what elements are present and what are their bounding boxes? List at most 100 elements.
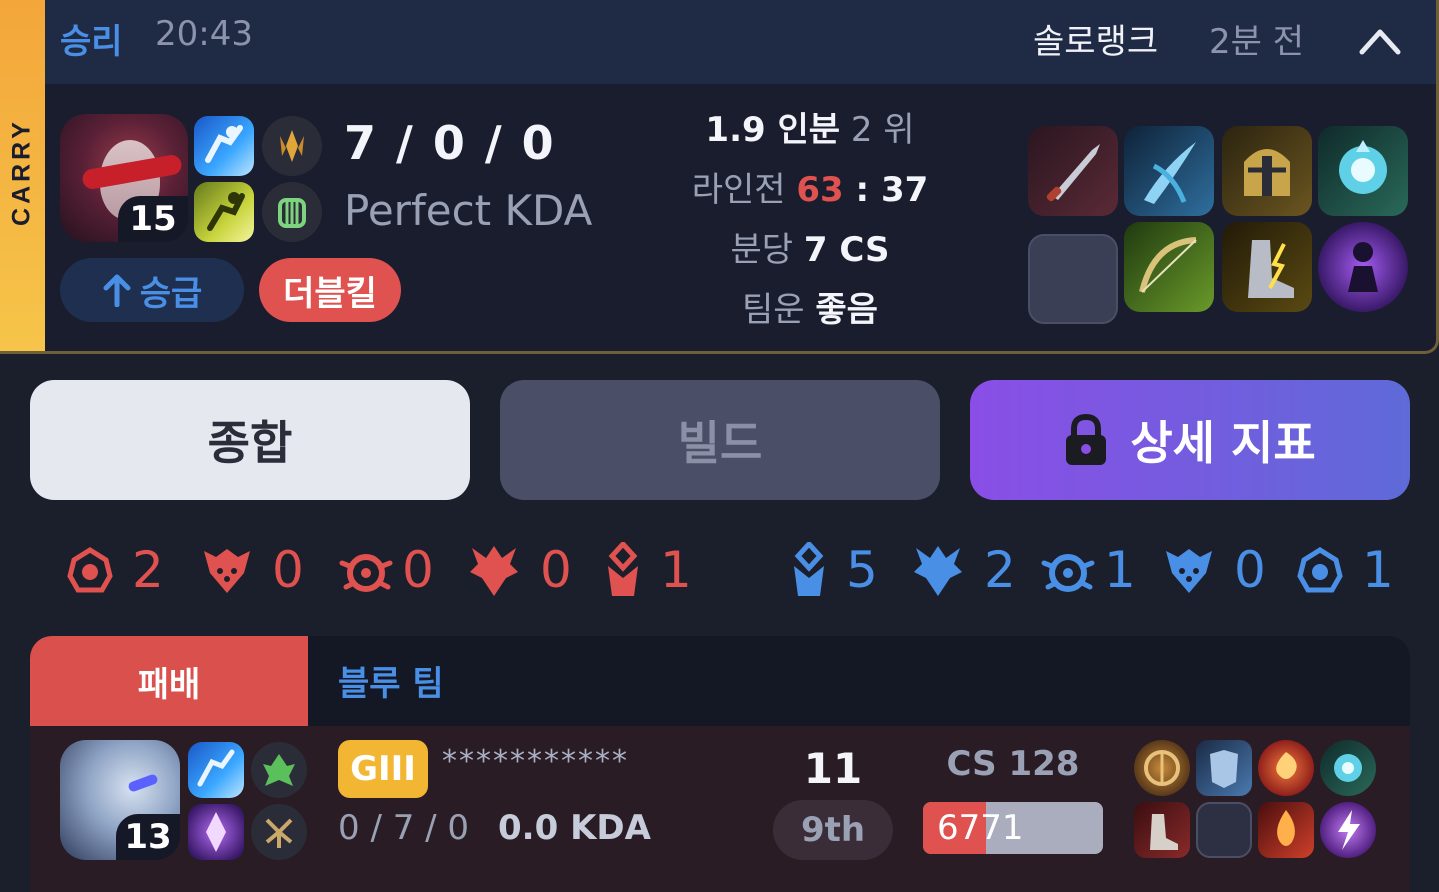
blue-objective-dragon: 2: [910, 540, 1016, 600]
item-empty-slot[interactable]: [1196, 802, 1252, 858]
flash-spell-icon[interactable]: [194, 116, 254, 176]
conqueror-rune-icon[interactable]: [262, 116, 322, 176]
player-cs: CS 128: [946, 744, 1080, 784]
flash-spell-icon[interactable]: [188, 742, 244, 798]
blue-objective-grubs: 1: [1040, 540, 1136, 600]
champion-level: 15: [118, 196, 188, 242]
red-objective-tower: 1: [604, 540, 692, 600]
baron-icon: [67, 547, 113, 593]
champion-eye: [127, 773, 159, 793]
team-luck-label: 팀운: [742, 290, 805, 330]
team-luck-value: 좋음: [815, 290, 878, 330]
red-grubs-count: 0: [402, 541, 434, 599]
lane-them: 37: [880, 170, 929, 210]
contribution-rank: 2 위: [850, 110, 915, 150]
blue-objective-herald: 0: [1162, 540, 1266, 600]
item-bow-icon[interactable]: [1124, 222, 1214, 312]
red-tower-count: 1: [660, 541, 692, 599]
item-empty-slot[interactable]: [1028, 234, 1118, 324]
tab-summary[interactable]: 종합: [30, 380, 470, 500]
blue-tower-count: 5: [846, 541, 878, 599]
team-name: 블루 팀: [338, 664, 444, 704]
match-result: 승리: [60, 22, 123, 62]
multikill-tag: 더블킬: [259, 258, 401, 322]
red-objective-baron: 2: [66, 540, 164, 600]
lock-icon: [1066, 413, 1107, 465]
resolve-rune-icon[interactable]: [262, 182, 322, 242]
player-kda-ratio: 0.0 KDA: [498, 808, 651, 848]
baron-icon: [1297, 547, 1343, 593]
player-champion-level: 13: [116, 814, 180, 860]
item-boots-icon[interactable]: [1222, 222, 1312, 312]
match-duration: 20:43: [155, 14, 253, 54]
sorcery-rune-icon[interactable]: [251, 742, 307, 798]
match-card[interactable]: CARRY 승리 20:43 솔로랭크 2분 전 15 7 / 0 / 0 Pe…: [0, 0, 1439, 354]
blue-objective-baron: 1: [1296, 540, 1394, 600]
contribution-value: 1.9 인분: [705, 110, 841, 150]
item-lightning-icon[interactable]: [1320, 802, 1376, 858]
chevron-up-icon[interactable]: [1357, 20, 1403, 60]
cs-per-min-row: 분당 7 CS: [640, 222, 980, 271]
red-objective-grubs: 0: [338, 540, 434, 600]
blue-baron-count: 1: [1362, 541, 1394, 599]
tower-icon: [794, 542, 824, 596]
team-panel: 패배 블루 팀 13 GIII *********** 0 / 7 / 0 0.…: [30, 636, 1410, 892]
red-objective-herald: 0: [200, 540, 304, 600]
promotion-tag: 승급: [60, 258, 244, 322]
item-orb-icon[interactable]: [1320, 740, 1376, 796]
player-kda: 0 / 7 / 0: [338, 808, 470, 848]
lane-label: 라인전: [691, 170, 786, 210]
damage-bar: 6771: [923, 802, 1103, 854]
kda-label: Perfect KDA: [344, 186, 593, 235]
tier-badge: GIII: [338, 740, 428, 798]
red-objective-dragon: 0: [466, 540, 572, 600]
lane-us: 63: [796, 170, 844, 210]
tab-detailed-stats[interactable]: 상세 지표: [970, 380, 1410, 500]
kda-score: 7 / 0 / 0: [344, 116, 556, 170]
item-blade-icon[interactable]: [1124, 126, 1214, 216]
match-header[interactable]: 승리 20:43 솔로랭크 2분 전: [45, 0, 1436, 84]
dragon-icon: [914, 546, 962, 596]
item-helmet-icon[interactable]: [1222, 126, 1312, 216]
tab-build[interactable]: 빌드: [500, 380, 940, 500]
arrow-up-icon: [103, 274, 131, 307]
team-result: 패배: [30, 636, 308, 726]
item-armor-icon[interactable]: [1196, 740, 1252, 796]
item-dagger-icon[interactable]: [1028, 126, 1118, 216]
item-fire-orb-icon[interactable]: [1258, 740, 1314, 796]
red-baron-count: 2: [132, 541, 164, 599]
herald-icon: [1166, 549, 1212, 593]
grubs-icon: [1041, 554, 1095, 592]
blue-objective-tower: 5: [790, 540, 878, 600]
inspiration-rune-icon[interactable]: [251, 804, 307, 860]
cs-value: 7 CS: [803, 230, 890, 270]
promotion-label: 승급: [139, 273, 203, 314]
grubs-icon: [339, 554, 393, 592]
lane-row: 라인전 63 : 37: [640, 162, 980, 211]
herald-icon: [204, 549, 250, 593]
team-luck-row: 팀운 좋음: [640, 282, 980, 331]
blue-grubs-count: 1: [1104, 541, 1136, 599]
lane-separator: :: [843, 170, 881, 210]
player-rank: 9th: [773, 800, 893, 860]
red-herald-count: 0: [272, 541, 304, 599]
red-dragon-count: 0: [540, 541, 572, 599]
ghost-spell-icon[interactable]: [194, 182, 254, 242]
tab-detailed-stats-label: 상세 지표: [1130, 416, 1316, 470]
teleport-spell-icon[interactable]: [188, 804, 244, 860]
player-score: 11: [803, 744, 863, 793]
dragon-icon: [470, 546, 518, 596]
carry-label: CARRY: [7, 118, 36, 226]
item-boots-icon[interactable]: [1134, 802, 1190, 858]
item-shield-icon[interactable]: [1134, 740, 1190, 796]
item-trinket-icon[interactable]: [1318, 222, 1408, 312]
player-row[interactable]: 13 GIII *********** 0 / 7 / 0 0.0 KDA 11…: [30, 726, 1410, 892]
contribution-row: 1.9 인분 2 위: [640, 102, 980, 151]
blue-herald-count: 0: [1234, 541, 1266, 599]
item-orb-icon[interactable]: [1318, 126, 1408, 216]
item-flame-icon[interactable]: [1258, 802, 1314, 858]
damage-value: 6771: [937, 808, 1024, 848]
player-name[interactable]: ***********: [442, 744, 629, 779]
blue-dragon-count: 2: [984, 541, 1016, 599]
cs-label: 분당: [730, 230, 794, 270]
